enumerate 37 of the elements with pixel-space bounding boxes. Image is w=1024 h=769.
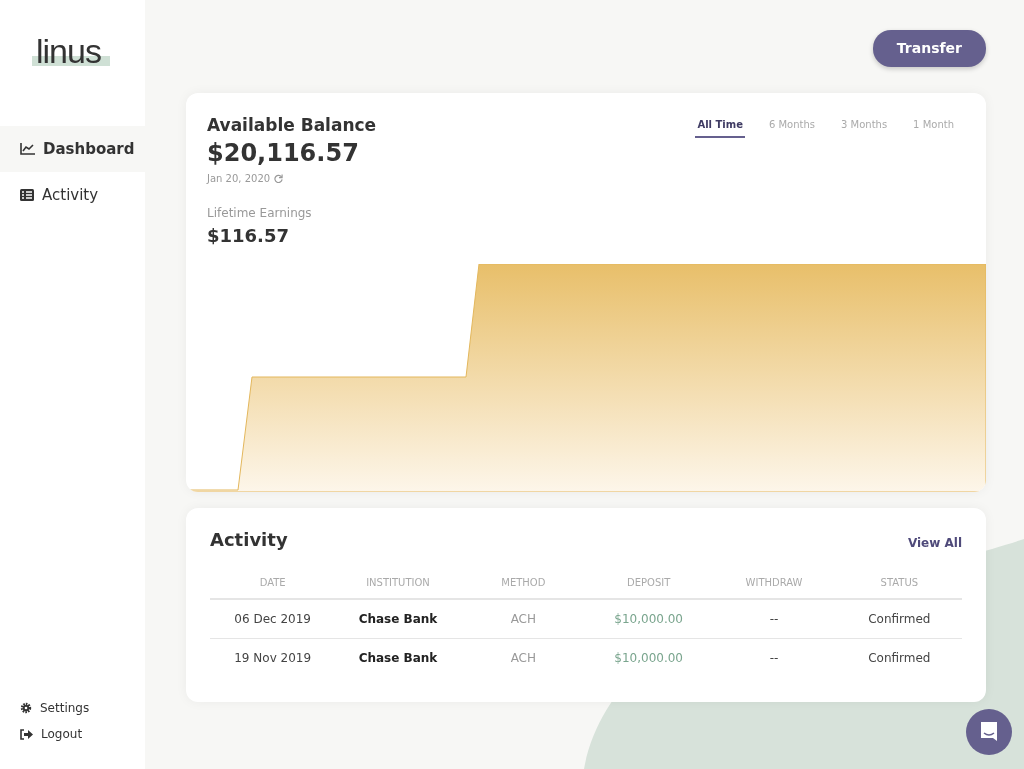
table-cell-text: 19 Nov 2019 xyxy=(233,650,313,667)
table-cell-text: $10,000.00 xyxy=(613,611,684,628)
table-cell-text: Chase Bank xyxy=(357,611,439,628)
column-header: DATE xyxy=(258,576,287,590)
sidebar-item[interactable]: Dashboard xyxy=(0,126,145,172)
table-cell-text: Chase Bank xyxy=(357,650,439,667)
sidebar-link[interactable]: Logout xyxy=(0,721,145,747)
chat-icon xyxy=(979,721,999,743)
sidebar-item[interactable]: Activity xyxy=(0,172,145,218)
refresh-icon[interactable] xyxy=(274,174,284,184)
table-cell-text: ACH xyxy=(509,650,538,667)
column-header: INSTITUTION xyxy=(365,576,431,590)
column-header: WITHDRAW xyxy=(744,576,804,590)
card-title: Activity xyxy=(210,528,288,552)
transfer-button[interactable]: Transfer xyxy=(872,30,986,67)
balance-amount: $20,116.57 xyxy=(207,138,360,168)
list-icon xyxy=(20,189,34,201)
earnings-amount: $116.57 xyxy=(207,224,290,249)
chart-icon xyxy=(20,143,35,155)
table-cell-text: ACH xyxy=(509,611,538,628)
table-cell-text: -- xyxy=(768,650,780,667)
column-header: DEPOSIT xyxy=(626,576,672,590)
sidebar-link[interactable]: Settings xyxy=(0,695,145,721)
logout-icon xyxy=(20,728,33,740)
table-cell-text: -- xyxy=(768,611,780,628)
view-all-link[interactable]: View All xyxy=(907,533,962,552)
column-header: METHOD xyxy=(500,576,547,590)
table-cell-text: $10,000.00 xyxy=(613,650,684,667)
table-cell-text: 06 Dec 2019 xyxy=(233,611,312,628)
range-tab[interactable]: All Time xyxy=(695,117,745,138)
table-cell-text: Confirmed xyxy=(867,611,932,628)
settings-icon xyxy=(20,702,32,714)
column-header: STATUS xyxy=(879,576,920,590)
card-title: Available Balance xyxy=(207,114,377,137)
table-cell-text: Confirmed xyxy=(867,650,932,667)
earnings-label: Lifetime Earnings xyxy=(207,205,313,223)
balance-date: Jan 20, 2020 xyxy=(207,172,271,187)
